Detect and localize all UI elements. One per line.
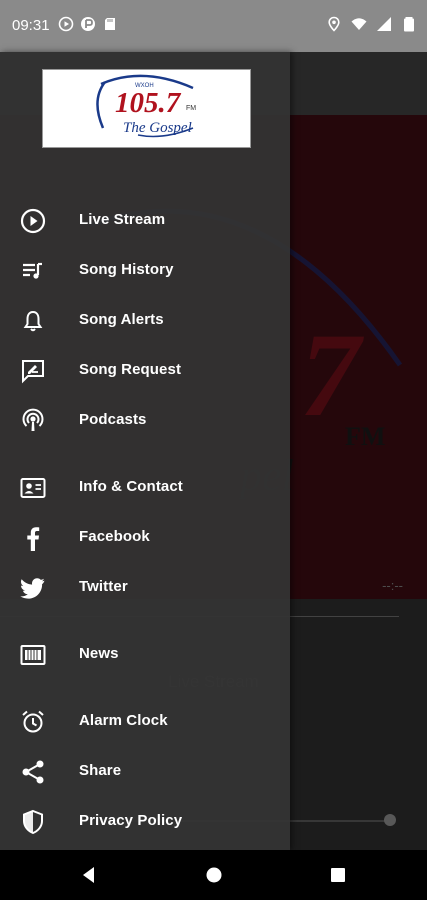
logo-band: FM <box>186 105 196 112</box>
menu-item-label: Song Request <box>79 361 182 378</box>
status-bar: 09:31 <box>0 0 427 52</box>
menu-item-podcasts[interactable]: Podcasts <box>0 395 290 445</box>
station-logo: WXOH 105.7 FM The Gospel <box>42 69 251 148</box>
alarm-clock-icon <box>22 710 44 733</box>
podcast-icon <box>22 408 44 431</box>
menu-item-live-stream[interactable]: Live Stream <box>0 195 290 245</box>
navigation-drawer: WXOH 105.7 FM The Gospel Live Stream Son… <box>0 52 290 850</box>
playlist-icon <box>23 262 42 279</box>
shield-icon <box>23 809 43 835</box>
menu-item-share[interactable]: Share <box>0 746 290 796</box>
menu-item-label: Song Alerts <box>79 311 164 328</box>
home-icon[interactable] <box>204 865 224 885</box>
menu-item-song-history[interactable]: Song History <box>0 245 290 295</box>
request-icon <box>22 360 44 384</box>
play-circle-icon <box>20 208 46 234</box>
menu-item-song-request[interactable]: Song Request <box>0 345 290 395</box>
status-time: 09:31 <box>12 17 50 34</box>
share-icon <box>22 760 44 784</box>
contact-card-icon <box>20 478 46 498</box>
wifi-icon <box>351 18 367 30</box>
logo-frequency: 105.7 <box>115 87 182 119</box>
menu-item-label: Live Stream <box>79 211 166 228</box>
menu-item-label: Alarm Clock <box>79 712 168 729</box>
menu-item-label: Privacy Policy <box>79 812 183 829</box>
menu-item-song-alerts[interactable]: Song Alerts <box>0 295 290 345</box>
menu-item-news[interactable]: News <box>0 629 290 679</box>
sd-card-icon <box>105 18 115 30</box>
logo-tagline: The Gospel <box>123 120 192 136</box>
system-nav-bar <box>0 850 427 900</box>
menu-item-label: Info & Contact <box>79 478 183 495</box>
menu-item-alarm-clock[interactable]: Alarm Clock <box>0 696 290 746</box>
battery-icon <box>404 17 414 32</box>
back-icon[interactable] <box>79 865 99 885</box>
app-notification-icon <box>81 17 95 31</box>
menu-item-twitter[interactable]: Twitter <box>0 562 290 612</box>
menu-item-label: Facebook <box>79 528 150 545</box>
menu-item-label: Share <box>79 762 122 779</box>
menu-item-label: Song History <box>79 261 174 278</box>
cellular-signal-icon <box>377 17 391 31</box>
menu-item-label: News <box>79 645 119 662</box>
news-icon <box>20 645 46 665</box>
bell-icon <box>23 310 43 332</box>
twitter-icon <box>20 578 45 599</box>
recents-icon[interactable] <box>328 865 348 885</box>
menu-item-label: Podcasts <box>79 411 147 428</box>
media-play-notification-icon <box>58 16 74 32</box>
menu-item-facebook[interactable]: Facebook <box>0 512 290 562</box>
location-icon <box>328 16 340 32</box>
menu-item-privacy-policy[interactable]: Privacy Policy <box>0 796 290 846</box>
facebook-icon <box>27 527 40 551</box>
menu-item-label: Twitter <box>79 578 128 595</box>
menu-item-info-contact[interactable]: Info & Contact <box>0 462 290 512</box>
